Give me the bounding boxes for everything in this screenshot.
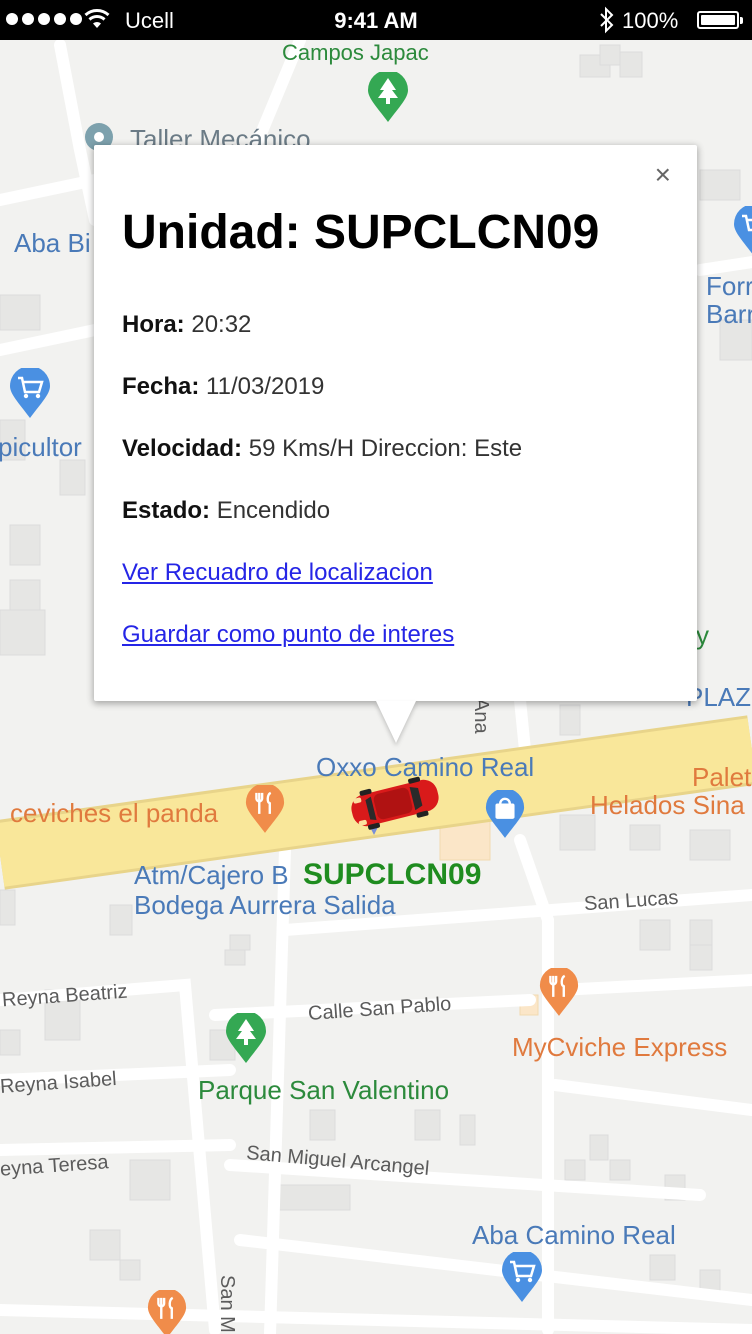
street-label: San M bbox=[216, 1275, 238, 1333]
restaurant-pin-icon[interactable] bbox=[538, 968, 580, 1018]
place-label[interactable]: Palet bbox=[692, 762, 751, 793]
fecha-label: Fecha: bbox=[122, 373, 200, 400]
place-label[interactable]: Aba Bi bbox=[14, 228, 91, 259]
bluetooth-icon bbox=[600, 6, 614, 34]
info-window-title: Unidad: SUPCLCN09 bbox=[122, 206, 600, 259]
status-bar: Ucell 9:41 AM 100% bbox=[0, 0, 752, 40]
estado-row: Estado: Encendido bbox=[122, 497, 330, 525]
place-label[interactable]: Bodega Aurrera Salida bbox=[134, 890, 396, 921]
shopping-bag-pin-icon[interactable] bbox=[484, 790, 526, 840]
save-point-of-interest-link[interactable]: Guardar como punto de interes bbox=[122, 621, 454, 649]
place-label[interactable]: Aba Camino Real bbox=[472, 1220, 676, 1251]
battery-percentage: 100% bbox=[622, 8, 679, 33]
fecha-row: Fecha: 11/03/2019 bbox=[122, 373, 324, 401]
place-label[interactable]: Helados Sina bbox=[590, 790, 745, 821]
place-label[interactable]: Forr Barr bbox=[706, 272, 752, 328]
place-label[interactable]: ceviches el panda bbox=[10, 798, 218, 829]
shopping-cart-pin-icon[interactable] bbox=[8, 368, 52, 420]
place-label[interactable]: MyCviche Express bbox=[512, 1032, 727, 1063]
place-label[interactable]: Atm/Cajero B bbox=[134, 860, 289, 891]
place-label-fragment: y bbox=[696, 620, 709, 650]
hora-label: Hora: bbox=[122, 311, 185, 338]
estado-label: Estado: bbox=[122, 497, 211, 524]
battery-icon bbox=[697, 11, 743, 29]
park-pin-icon[interactable] bbox=[366, 72, 410, 124]
restaurant-pin-icon[interactable] bbox=[146, 1290, 188, 1334]
shopping-cart-pin-icon[interactable] bbox=[500, 1252, 544, 1304]
place-label[interactable]: Parque San Valentino bbox=[198, 1075, 449, 1106]
street-label: Ana bbox=[470, 698, 492, 734]
hora-row: Hora: 20:32 bbox=[122, 311, 251, 339]
estado-value: Encendido bbox=[216, 497, 331, 524]
view-location-box-link[interactable]: Ver Recuadro de localizacion bbox=[122, 559, 433, 587]
vehicle-label[interactable]: SUPCLCN09 bbox=[303, 858, 481, 892]
park-pin-icon[interactable] bbox=[224, 1013, 268, 1065]
close-icon[interactable]: × bbox=[655, 159, 671, 191]
shopping-cart-pin-icon[interactable] bbox=[732, 206, 752, 258]
fecha-value: 11/03/2019 bbox=[206, 373, 325, 400]
place-label[interactable]: Campos Japac bbox=[282, 40, 429, 66]
place-label[interactable]: picultor bbox=[0, 432, 82, 463]
vehicle-info-window: × Unidad: SUPCLCN09 Hora: 20:32 Fecha: 1… bbox=[94, 145, 697, 743]
velocidad-row: Velocidad: 59 Kms/H Direccion: Este bbox=[122, 435, 522, 463]
restaurant-pin-icon[interactable] bbox=[244, 785, 286, 835]
velocidad-label: Velocidad: bbox=[122, 435, 243, 462]
velocidad-value: 59 Kms/H Direccion: Este bbox=[248, 435, 523, 462]
hora-value: 20:32 bbox=[191, 311, 252, 338]
vehicle-car-icon[interactable] bbox=[345, 773, 445, 837]
info-window-pointer bbox=[376, 701, 416, 743]
